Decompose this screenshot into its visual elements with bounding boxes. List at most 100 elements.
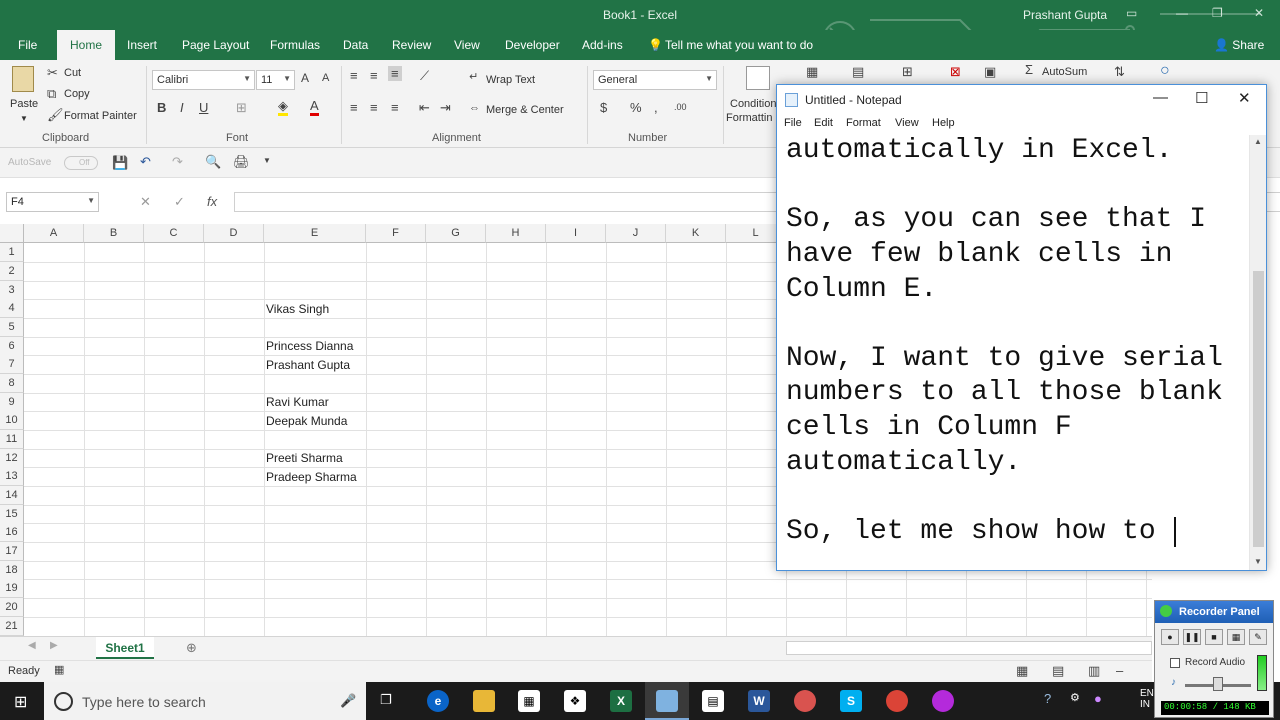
increase-font-icon[interactable]: A [301, 71, 309, 85]
column-header-a[interactable]: A [24, 224, 84, 243]
zoom-out-icon[interactable]: – [1116, 663, 1123, 678]
store-icon[interactable]: ▦ [518, 690, 540, 712]
merge-center-button[interactable]: Merge & Center [486, 104, 564, 116]
borders-icon[interactable]: ⊞ [236, 100, 247, 116]
cut-icon[interactable]: ✂ [47, 65, 58, 81]
notepad-menu-edit[interactable]: Edit [814, 117, 833, 129]
scroll-left-icon[interactable]: ◀ [28, 640, 36, 651]
font-name-select[interactable]: Calibri ▼ [152, 70, 255, 90]
align-center-icon[interactable]: ≡ [370, 100, 378, 115]
tray-icon[interactable]: ⚙ [1070, 691, 1080, 704]
notepad-close-icon[interactable]: ✕ [1238, 89, 1251, 107]
page-break-view-icon[interactable]: ▥ [1088, 663, 1100, 679]
macro-record-icon[interactable]: ▦ [54, 663, 64, 676]
row-header-11[interactable]: 11 [0, 430, 24, 449]
row-header-13[interactable]: 13 [0, 467, 24, 486]
copy-button[interactable]: Copy [64, 88, 90, 100]
delete-cells-icon[interactable]: ⊠ [950, 64, 961, 80]
notepad-taskbar-icon[interactable] [656, 690, 678, 712]
row-header-15[interactable]: 15 [0, 505, 24, 524]
find-select-icon[interactable]: ○ [1160, 62, 1170, 80]
save-icon[interactable]: 💾 [112, 155, 128, 171]
insert-function-icon[interactable]: fx [207, 194, 217, 209]
column-header-j[interactable]: J [606, 224, 666, 243]
notepad-maximize-icon[interactable]: ☐ [1195, 89, 1208, 107]
autosum-button[interactable]: AutoSum [1042, 66, 1087, 78]
recorder-panel[interactable]: Recorder Panel ● ❚❚ ■ ▦ ✎ Record Audio ♪… [1154, 600, 1274, 718]
align-left-icon[interactable]: ≡ [350, 100, 358, 115]
cell-e6[interactable]: Princess Dianna [266, 339, 353, 353]
conditional-formatting-label-2[interactable]: Formattin [726, 112, 772, 124]
decrease-indent-icon[interactable]: ⇤ [419, 100, 430, 116]
normal-view-icon[interactable]: ▦ [1016, 663, 1028, 679]
column-header-g[interactable]: G [426, 224, 486, 243]
undo-icon[interactable]: ↶ [140, 154, 151, 170]
orientation-icon[interactable]: ⟋ [420, 68, 429, 84]
tab-formulas[interactable]: Formulas [270, 38, 320, 52]
cell-e7[interactable]: Prashant Gupta [266, 358, 350, 372]
row-header-2[interactable]: 2 [0, 262, 24, 281]
notepad-text-area[interactable]: automatically in Excel. So, as you can s… [777, 135, 1249, 555]
customize-qat-icon[interactable]: ▼ [263, 156, 271, 165]
percent-icon[interactable]: % [630, 100, 642, 115]
notepad-vertical-scrollbar[interactable]: ▲ ▼ [1249, 135, 1266, 570]
row-header-9[interactable]: 9 [0, 393, 24, 412]
cancel-icon[interactable]: ✕ [140, 194, 151, 210]
pause-icon[interactable]: ❚❚ [1183, 629, 1201, 645]
scroll-down-icon[interactable]: ▼ [1254, 557, 1262, 566]
autosave-toggle[interactable]: Off [64, 156, 98, 170]
dropbox-icon[interactable]: ❖ [564, 690, 586, 712]
settings-icon[interactable]: ▦ [1227, 629, 1245, 645]
column-header-e[interactable]: E [264, 224, 366, 243]
sort-filter-icon[interactable]: ⇅ [1114, 64, 1125, 80]
wrap-text-icon[interactable]: ↵ [469, 70, 478, 83]
row-header-21[interactable]: 21 [0, 617, 24, 636]
help-tray-icon[interactable]: ? [1044, 691, 1051, 706]
notepad-minimize-icon[interactable]: — [1153, 89, 1168, 106]
tab-insert[interactable]: Insert [127, 38, 157, 52]
paint-icon[interactable] [794, 690, 816, 712]
insert-cells-icon[interactable]: ⊞ [902, 64, 913, 80]
fill-color-icon[interactable]: ◈ [278, 98, 288, 116]
enter-icon[interactable]: ✓ [174, 194, 185, 210]
copy-icon[interactable]: ⧉ [47, 86, 56, 102]
notepad-title-bar[interactable]: Untitled - Notepad — ☐ ✕ [777, 85, 1266, 115]
tab-add-ins[interactable]: Add-ins [582, 38, 623, 52]
column-header-i[interactable]: I [546, 224, 606, 243]
cell-e13[interactable]: Pradeep Sharma [266, 470, 357, 484]
paste-icon[interactable] [12, 66, 34, 92]
tab-file[interactable]: File [18, 38, 37, 52]
align-middle-icon[interactable]: ≡ [370, 68, 378, 83]
column-header-k[interactable]: K [666, 224, 726, 243]
cell-e12[interactable]: Preeti Sharma [266, 451, 343, 465]
paste-dropdown-icon[interactable]: ▼ [20, 114, 28, 123]
cell-e4[interactable]: Vikas Singh [266, 302, 329, 316]
skype-icon[interactable]: S [840, 690, 862, 712]
file-explorer-icon[interactable] [473, 690, 495, 712]
comma-style-icon[interactable]: , [654, 100, 658, 115]
windows-start-icon[interactable]: ⊞ [14, 692, 27, 712]
row-header-12[interactable]: 12 [0, 449, 24, 468]
cell-e10[interactable]: Deepak Munda [266, 414, 347, 428]
notepad-menu-help[interactable]: Help [932, 117, 955, 129]
sheet-tab-sheet1[interactable]: Sheet1 [96, 637, 154, 659]
row-header-10[interactable]: 10 [0, 411, 24, 430]
scroll-up-icon[interactable]: ▲ [1254, 137, 1262, 146]
format-as-table-icon[interactable]: ▦ [806, 64, 818, 80]
align-right-icon[interactable]: ≡ [391, 100, 399, 115]
increase-decimal-icon[interactable]: .00 [674, 102, 687, 112]
row-header-4[interactable]: 4 [0, 299, 24, 318]
taskbar-search-box[interactable]: Type here to search 🎤 [44, 682, 366, 720]
page-layout-view-icon[interactable]: ▤ [1052, 663, 1064, 679]
cell-e9[interactable]: Ravi Kumar [266, 395, 329, 409]
column-header-d[interactable]: D [204, 224, 264, 243]
number-format-select[interactable]: General ▼ [593, 70, 717, 90]
row-header-1[interactable]: 1 [0, 243, 24, 262]
format-painter-button[interactable]: Format Painter [64, 110, 137, 122]
font-color-icon[interactable]: A [310, 98, 319, 116]
merge-icon[interactable]: ⇔ [469, 102, 480, 114]
italic-icon[interactable]: I [180, 100, 184, 115]
row-header-5[interactable]: 5 [0, 318, 24, 337]
format-painter-icon[interactable]: 🖌 [47, 107, 64, 123]
row-header-6[interactable]: 6 [0, 337, 24, 356]
